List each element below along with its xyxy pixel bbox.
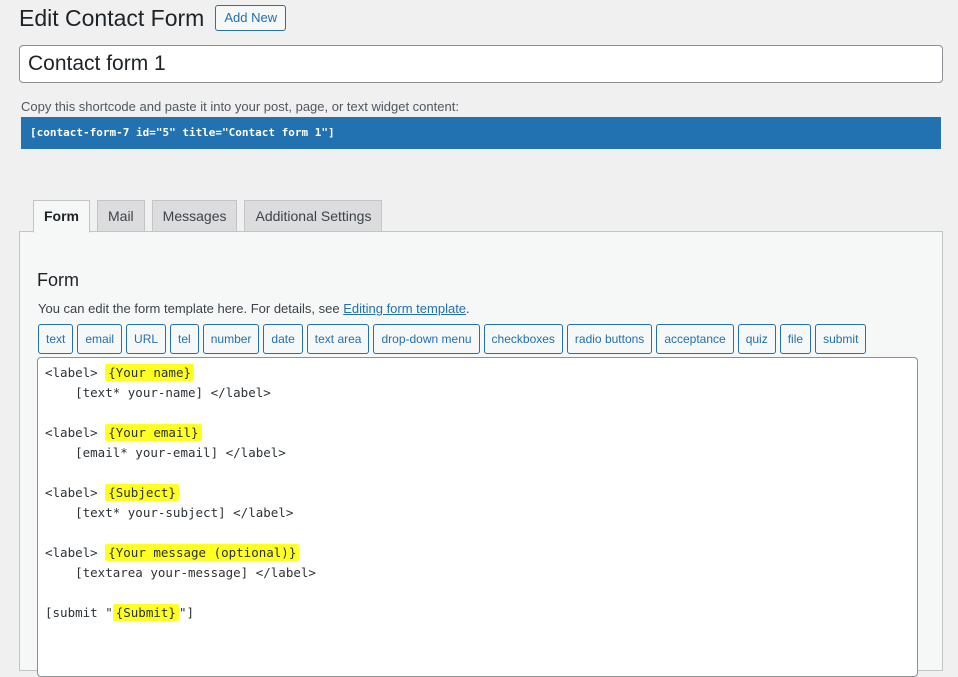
tag-button-acceptance[interactable]: acceptance (656, 324, 734, 354)
page-title: Edit Contact Form (19, 5, 205, 31)
tag-generator-buttons: text email URL tel number date text area… (38, 324, 870, 354)
highlighted-label: {Your email} (105, 424, 202, 441)
panel-title: Form (37, 270, 79, 290)
code-text: [textarea your-message] </label> (45, 565, 316, 580)
highlighted-label: {Your name} (105, 364, 195, 381)
tag-button-checkboxes[interactable]: checkboxes (483, 324, 563, 354)
code-text: <label> (45, 425, 106, 440)
code-line: [text* your-name] </label> (45, 383, 917, 403)
highlighted-label: {Submit} (112, 604, 179, 621)
add-new-button[interactable]: Add New (215, 5, 287, 31)
tab-additional-settings[interactable]: Additional Settings (244, 200, 383, 232)
settings-tabs: Form Mail Messages Additional Settings (33, 200, 389, 233)
form-panel: Form You can edit the form template here… (19, 231, 943, 677)
form-title-input[interactable] (19, 45, 943, 83)
highlighted-label: {Your message (optional)} (105, 544, 300, 561)
tag-button-email[interactable]: email (77, 324, 123, 354)
tab-form[interactable]: Form (33, 200, 90, 233)
code-text: <label> (45, 485, 106, 500)
tag-button-quiz[interactable]: quiz (737, 324, 776, 354)
tag-button-file[interactable]: file (779, 324, 812, 354)
code-line: <label> {Your name} (45, 363, 917, 383)
tab-messages[interactable]: Messages (151, 200, 238, 232)
code-text: <label> (45, 545, 106, 560)
tag-button-drop-down-menu[interactable]: drop-down menu (373, 324, 480, 354)
code-text: "] (178, 605, 195, 620)
code-text: [text* your-subject] </label> (45, 505, 294, 520)
form-template-editor[interactable]: <label> {Your name} [text* your-name] </… (37, 357, 918, 677)
tag-button-submit[interactable]: submit (815, 324, 867, 354)
tag-button-tel[interactable]: tel (170, 324, 199, 354)
tag-button-date[interactable]: date (263, 324, 303, 354)
help-text-suffix: . (466, 301, 470, 316)
tag-button-url[interactable]: URL (126, 324, 167, 354)
editing-form-template-link[interactable]: Editing form template (343, 301, 466, 316)
code-line: [submit " {Submit} "] (45, 603, 917, 623)
code-line: [textarea your-message] </label> (45, 563, 917, 583)
page-header: Edit Contact Form Add New (19, 5, 287, 31)
code-line: <label> {Your email} (45, 423, 917, 443)
highlighted-label: {Subject} (105, 484, 179, 501)
code-text: [text* your-name] </label> (45, 385, 271, 400)
help-text-prefix: You can edit the form template here. For… (38, 301, 344, 316)
tab-mail[interactable]: Mail (97, 200, 145, 232)
code-text: [submit " (45, 605, 113, 620)
code-text: [email* your-email] </label> (45, 445, 286, 460)
tag-button-number[interactable]: number (202, 324, 260, 354)
code-line: [email* your-email] </label> (45, 443, 917, 463)
shortcode-field[interactable]: [contact-form-7 id="5" title="Contact fo… (21, 117, 941, 149)
code-line: <label> {Your message (optional)} (45, 543, 917, 563)
help-text: You can edit the form template here. For… (38, 301, 470, 316)
code-line: [text* your-subject] </label> (45, 503, 917, 523)
code-text: <label> (45, 365, 106, 380)
tag-button-text-area[interactable]: text area (306, 324, 370, 354)
tag-button-text[interactable]: text (38, 324, 74, 354)
shortcode-label: Copy this shortcode and paste it into yo… (21, 99, 459, 114)
code-line: <label> {Subject} (45, 483, 917, 503)
tag-button-radio-buttons[interactable]: radio buttons (566, 324, 653, 354)
